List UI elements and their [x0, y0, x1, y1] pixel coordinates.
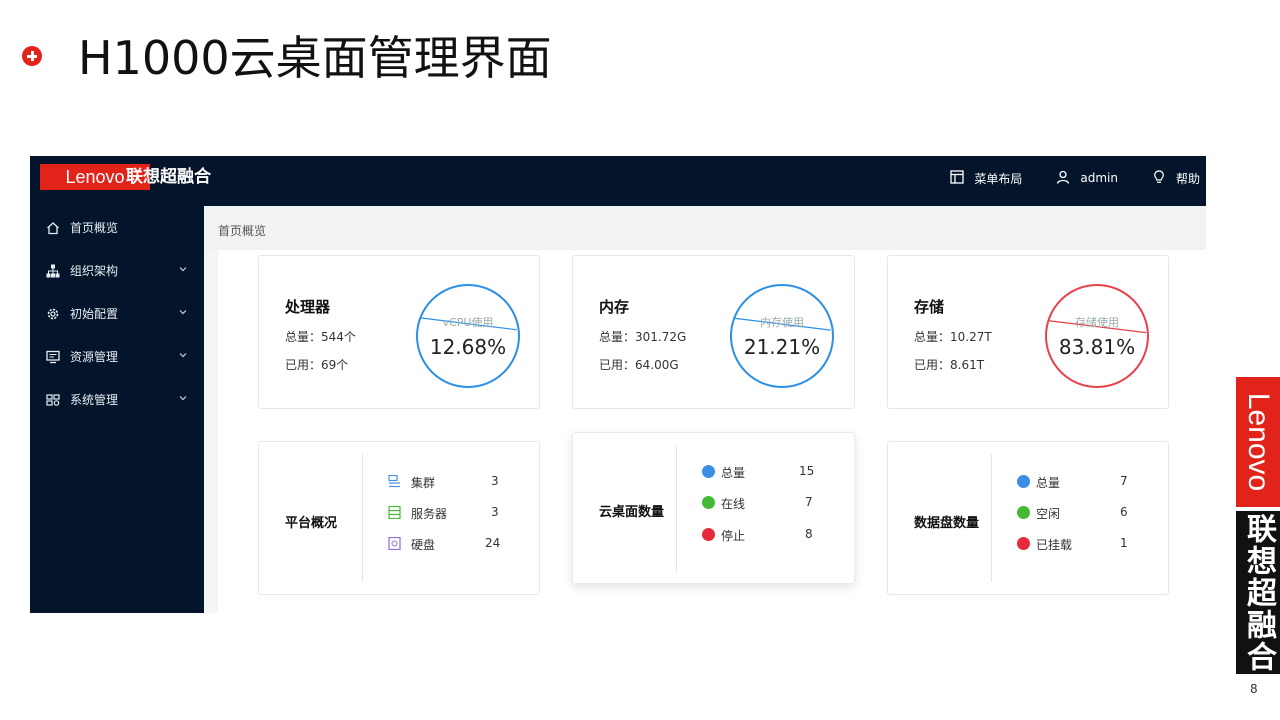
idle-status-dot: [1017, 506, 1030, 519]
sidebar-item-label: 初始配置: [70, 307, 119, 321]
lightbulb-icon: [1152, 169, 1166, 187]
storage-card: 存储 总量：10.27T 已用：8.61T 存储使用 83.81%: [887, 255, 1169, 409]
cloud-desktop-card[interactable]: 云桌面数量 总量 15 在线 7 停止 8: [572, 432, 855, 584]
card-used: 已用：69个: [285, 358, 349, 372]
help-button[interactable]: 帮助: [1152, 169, 1200, 187]
row-label: 已挂载: [1036, 538, 1073, 552]
brand-name: 联想超融合: [126, 167, 211, 187]
row-value: 15: [799, 464, 815, 478]
divider: [362, 454, 363, 582]
app-window: Lenovo 联想超融合 菜单布局 admin 帮助 首页概览 组织架构 初始配…: [30, 156, 1206, 613]
row-value: 3: [491, 474, 499, 488]
card-used: 已用：8.61T: [914, 358, 985, 372]
cluster-icon: [388, 475, 400, 488]
card-title: 存储: [914, 298, 945, 316]
side-logo-text: Lenovo: [1242, 392, 1275, 492]
stopped-status-dot: [702, 528, 715, 541]
user-icon: [1056, 170, 1070, 187]
user-name: admin: [1080, 171, 1118, 185]
help-label: 帮助: [1175, 171, 1200, 186]
row-value: 3: [491, 505, 499, 519]
breadcrumb-bar: 首页概览: [204, 206, 1206, 250]
row-label: 停止: [721, 529, 746, 543]
sidebar-item-org[interactable]: 组织架构: [30, 249, 204, 292]
user-menu-button[interactable]: admin: [1056, 170, 1118, 187]
data-disk-card: 数据盘数量 总量 7 空闲 6 已挂载 1: [887, 441, 1169, 595]
row-label: 总量: [721, 466, 746, 480]
disk-icon: [388, 537, 401, 550]
chevron-down-icon: [179, 396, 187, 401]
menu-layout-label: 菜单布局: [974, 171, 1023, 186]
row-value: 7: [805, 495, 813, 509]
slide-title: H1000云桌面管理界面: [78, 31, 552, 85]
row-label: 总量: [1036, 476, 1061, 490]
card-title: 内存: [599, 298, 630, 316]
divider: [991, 454, 992, 582]
top-bar: Lenovo 联想超融合 菜单布局 admin 帮助: [30, 156, 1206, 206]
card-title: 处理器: [285, 298, 331, 316]
monitor-icon: [46, 350, 60, 364]
gear-icon: [46, 307, 60, 321]
sidebar-item-system[interactable]: 系统管理: [30, 378, 204, 421]
sidebar-item-label: 组织架构: [70, 264, 119, 278]
total-status-dot: [1017, 475, 1030, 488]
row-label: 服务器: [411, 507, 448, 521]
divider: [676, 445, 677, 573]
card-used: 已用：64.00G: [599, 358, 679, 372]
mounted-status-dot: [1017, 537, 1030, 550]
chevron-down-icon: [179, 353, 187, 358]
gauge-value: 21.21%: [743, 335, 821, 359]
side-brand-text: 联想超融合: [1241, 512, 1276, 673]
home-icon: [46, 221, 60, 235]
row-value: 6: [1120, 505, 1128, 519]
page-number: 8: [1250, 682, 1258, 696]
gauge-caption: 存储使用: [1075, 316, 1119, 329]
system-icon: [46, 393, 60, 407]
layout-icon: [950, 169, 965, 187]
breadcrumb[interactable]: 首页概览: [218, 222, 266, 239]
card-label: 平台概况: [285, 516, 338, 531]
chevron-down-icon: [179, 310, 187, 315]
card-label: 数据盘数量: [914, 516, 980, 531]
side-lenovo-logo: Lenovo: [1236, 377, 1280, 507]
row-label: 空闲: [1036, 507, 1061, 521]
sidebar-item-init-config[interactable]: 初始配置: [30, 292, 204, 335]
gauge-value: 83.81%: [1058, 335, 1136, 359]
sidebar-item-home[interactable]: 首页概览: [30, 206, 204, 249]
chevron-down-icon: [179, 267, 187, 272]
menu-layout-button[interactable]: 菜单布局: [950, 169, 1023, 187]
row-label: 硬盘: [411, 538, 436, 552]
row-value: 1: [1120, 536, 1128, 550]
card-total: 总量：10.27T: [914, 330, 992, 344]
memory-card: 内存 总量：301.72G 已用：64.00G 内存使用 21.21%: [572, 255, 855, 409]
platform-overview-card: 平台概况 集群 3 服务器 3 硬盘 24: [258, 441, 540, 595]
sidebar-item-label: 资源管理: [70, 350, 119, 364]
card-total: 总量：301.72G: [599, 330, 687, 344]
gauge-value: 12.68%: [429, 335, 507, 359]
sidebar: 首页概览 组织架构 初始配置 资源管理 系统管理: [30, 206, 204, 613]
gauge-caption: 内存使用: [760, 316, 804, 329]
sidebar-item-label: 系统管理: [70, 393, 119, 407]
row-value: 24: [485, 536, 501, 550]
card-total: 总量：544个: [285, 330, 356, 344]
sidebar-item-resources[interactable]: 资源管理: [30, 335, 204, 378]
cpu-card: 处理器 总量：544个 已用：69个 vCPU使用 12.68%: [258, 255, 540, 409]
online-status-dot: [702, 496, 715, 509]
org-icon: [46, 264, 60, 278]
top-actions: 菜单布局 admin 帮助: [950, 156, 1200, 200]
row-value: 7: [1120, 474, 1128, 488]
row-label: 在线: [721, 497, 746, 511]
side-brand-block: 联想超融合: [1236, 511, 1280, 674]
gauge-caption: vCPU使用: [442, 316, 494, 329]
title-bullet-icon: [22, 46, 42, 66]
server-icon: [388, 506, 401, 519]
row-label: 集群: [411, 476, 436, 490]
row-value: 8: [805, 527, 813, 541]
card-label: 云桌面数量: [599, 505, 665, 520]
sidebar-item-label: 首页概览: [70, 221, 119, 235]
dashboard-content: 处理器 总量：544个 已用：69个 vCPU使用 12.68% 内存 总量：3…: [218, 250, 1206, 613]
total-status-dot: [702, 465, 715, 478]
